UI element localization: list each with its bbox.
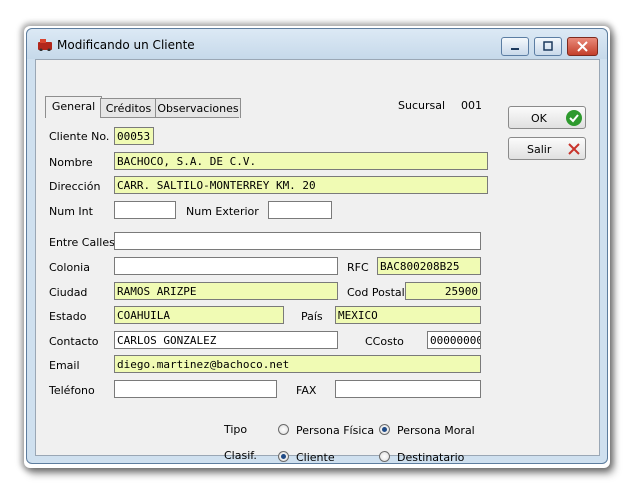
title-bar[interactable]: Modificando un Cliente <box>27 29 607 59</box>
estado-field[interactable]: COAHUILA <box>114 306 284 324</box>
dialog-body: General Créditos Observaciones Sucursal … <box>35 59 600 464</box>
contacto-label: Contacto <box>49 335 99 348</box>
entre-calles-field[interactable] <box>114 232 481 250</box>
tab-creditos-label: Créditos <box>105 102 152 115</box>
fax-field[interactable] <box>335 380 481 398</box>
minimize-button[interactable] <box>501 37 529 56</box>
tipo-label: Tipo <box>224 423 248 436</box>
num-exterior-label: Num Exterior <box>186 205 259 218</box>
salir-button-label: Salir <box>527 143 552 156</box>
cliente-label[interactable]: Cliente <box>296 451 335 464</box>
tab-observaciones[interactable]: Observaciones <box>155 98 241 118</box>
nombre-field[interactable]: BACHOCO, S.A. DE C.V. <box>114 152 488 170</box>
cancel-x-icon <box>568 143 580 155</box>
close-button[interactable] <box>567 37 598 56</box>
window-title: Modificando un Cliente <box>57 38 195 52</box>
cliente-no-field[interactable]: 00053 <box>114 127 154 145</box>
ok-button[interactable]: OK <box>508 106 586 129</box>
direccion-label: Dirección <box>49 180 101 193</box>
num-exterior-field[interactable] <box>268 201 332 219</box>
colonia-field[interactable] <box>114 257 338 275</box>
email-field[interactable]: diego.martinez@bachoco.net <box>114 355 481 373</box>
nombre-label: Nombre <box>49 156 93 169</box>
checkmark-icon <box>566 110 582 126</box>
persona-moral-label[interactable]: Persona Moral <box>397 424 475 437</box>
ciudad-label: Ciudad <box>49 286 88 299</box>
num-int-field[interactable] <box>114 201 176 219</box>
radio-destinatario[interactable] <box>379 451 390 462</box>
telefono-field[interactable] <box>114 380 277 398</box>
app-icon <box>38 39 52 51</box>
contacto-field[interactable]: CARLOS GONZALEZ <box>114 331 338 349</box>
colonia-label: Colonia <box>49 261 90 274</box>
tab-general[interactable]: General <box>45 96 102 118</box>
rfc-label: RFC <box>347 261 369 274</box>
persona-fisica-label[interactable]: Persona Física <box>296 424 374 437</box>
num-int-label: Num Int <box>49 205 93 218</box>
sucursal-value: 001 <box>461 99 482 112</box>
tab-underline <box>100 117 239 118</box>
cod-postal-label: Cod Postal <box>347 286 405 299</box>
entre-calles-label: Entre Calles <box>49 236 115 249</box>
email-label: Email <box>49 359 80 372</box>
sucursal-label: Sucursal <box>398 99 446 112</box>
pais-field[interactable]: MEXICO <box>335 306 481 324</box>
pais-label: País <box>301 310 323 323</box>
salir-button[interactable]: Salir <box>508 137 586 160</box>
cod-postal-field[interactable]: 25900 <box>405 282 481 300</box>
close-icon <box>577 41 588 52</box>
fax-label: FAX <box>296 384 317 397</box>
dialog-window: Modificando un Cliente General Créditos … <box>26 28 608 464</box>
ok-button-label: OK <box>531 112 547 125</box>
ccosto-label: CCosto <box>365 335 404 348</box>
direccion-field[interactable]: CARR. SALTILO-MONTERREY KM. 20 <box>114 176 488 194</box>
rfc-field[interactable]: BAC800208B25 <box>377 257 481 275</box>
radio-cliente[interactable] <box>278 451 289 462</box>
tab-creditos[interactable]: Créditos <box>100 98 157 118</box>
tab-general-label: General <box>51 100 96 113</box>
radio-persona-moral[interactable] <box>379 424 390 435</box>
ciudad-field[interactable]: RAMOS ARIZPE <box>114 282 338 300</box>
clasif-label: Clasif. <box>224 449 257 462</box>
telefono-label: Teléfono <box>49 384 95 397</box>
maximize-button[interactable] <box>534 37 562 56</box>
ccosto-field[interactable]: 00000000 <box>427 331 481 349</box>
radio-persona-fisica[interactable] <box>278 424 289 435</box>
maximize-icon <box>543 41 553 51</box>
cliente-no-label: Cliente No. <box>49 130 110 143</box>
tab-observaciones-label: Observaciones <box>157 102 239 115</box>
estado-label: Estado <box>49 310 87 323</box>
destinatario-label[interactable]: Destinatario <box>397 451 464 464</box>
minimize-icon <box>511 48 519 50</box>
